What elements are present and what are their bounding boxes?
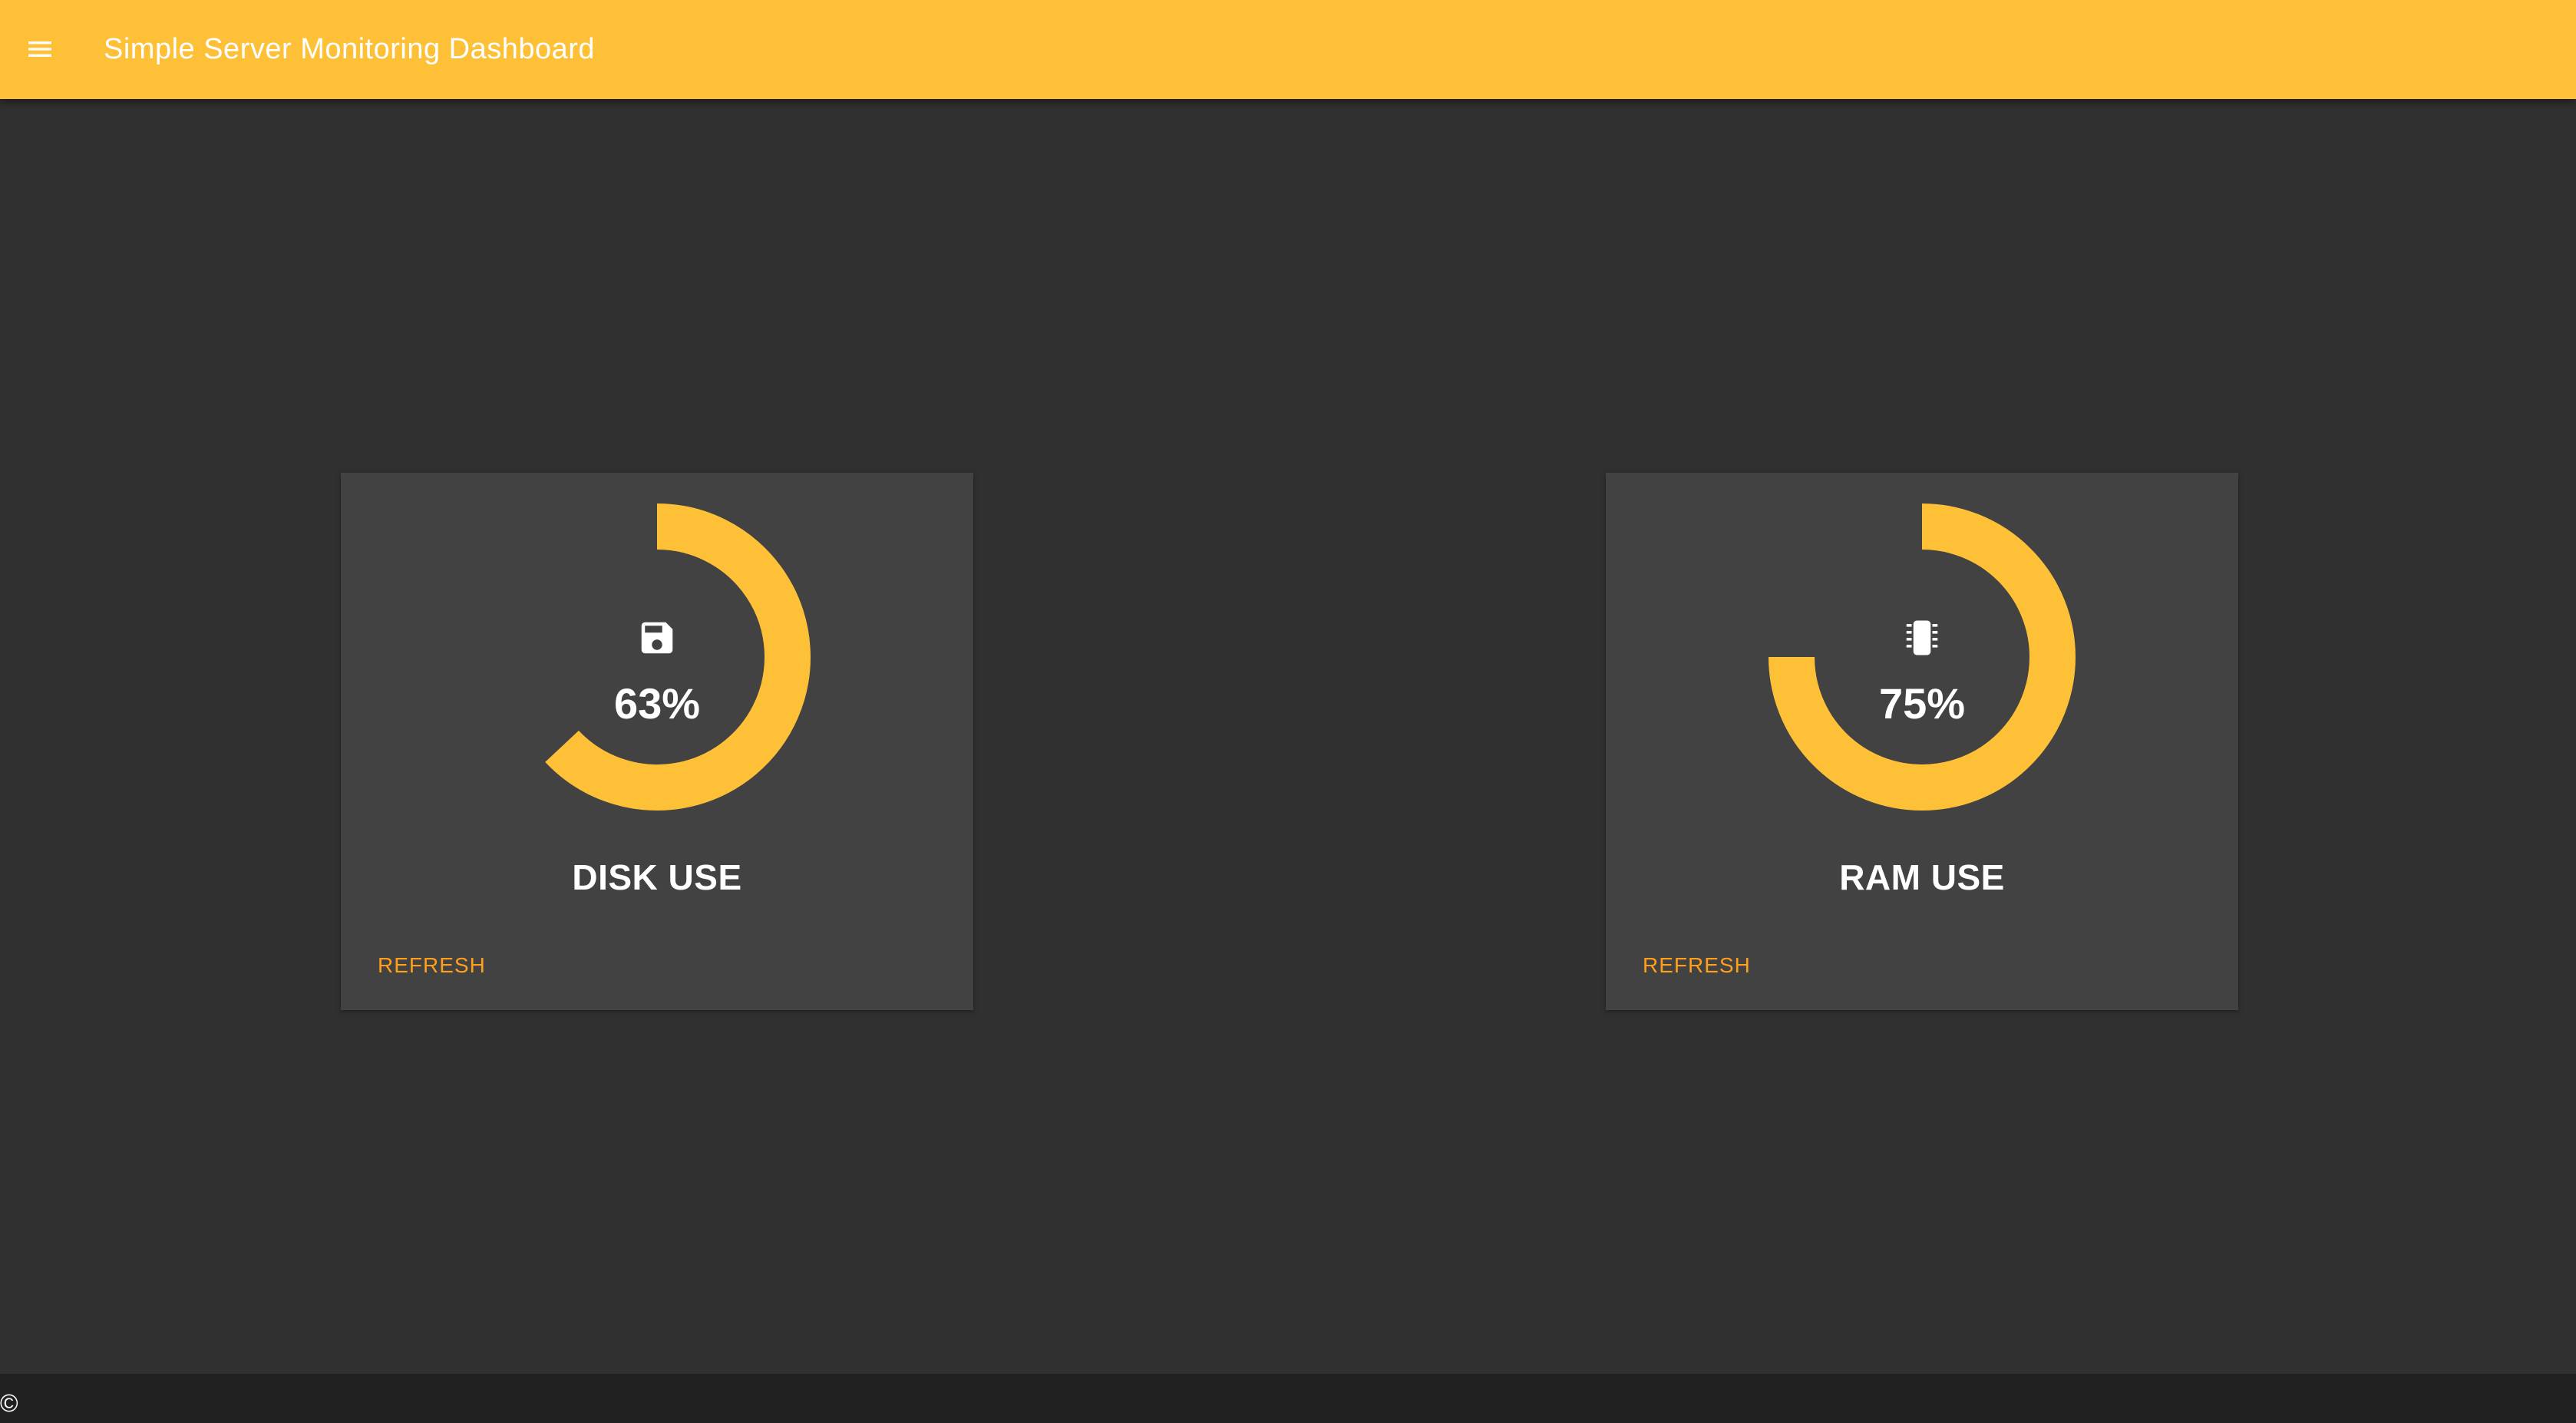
- disk-percent: 63%: [613, 679, 701, 728]
- ram-refresh-button[interactable]: REFRESH: [1643, 950, 1751, 981]
- disk-refresh-button[interactable]: REFRESH: [378, 950, 486, 981]
- menu-icon: [28, 41, 51, 57]
- footer: ©: [0, 1374, 2576, 1423]
- disk-title: DISK USE: [572, 857, 742, 897]
- copyright-text: ©: [0, 1389, 18, 1417]
- app-bar: Simple Server Monitoring Dashboard: [0, 0, 2576, 99]
- ram-use-card: 75% RAM USE REFRESH: [1606, 473, 2238, 1010]
- ram-percent: 75%: [1878, 679, 1966, 728]
- app-title: Simple Server Monitoring Dashboard: [104, 33, 596, 65]
- menu-button[interactable]: [17, 26, 63, 72]
- ram-title: RAM USE: [1839, 857, 2005, 897]
- memory-chip-icon: [1906, 620, 1938, 655]
- floppy-disk-icon: [641, 622, 673, 654]
- disk-use-card: 63% DISK USE REFRESH: [341, 473, 973, 1010]
